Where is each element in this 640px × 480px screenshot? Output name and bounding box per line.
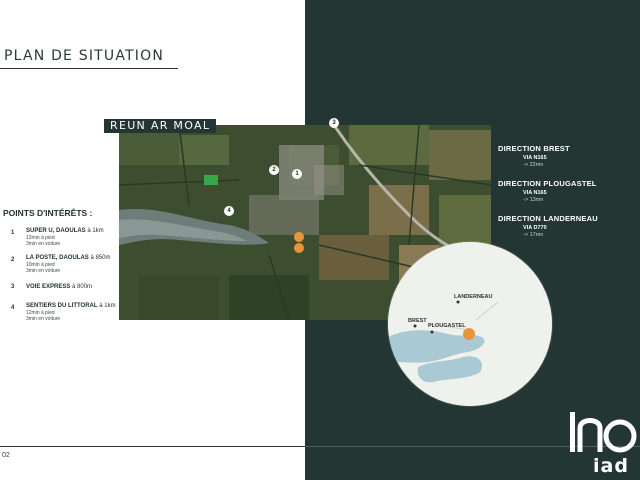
map-pin-icon: [294, 232, 305, 242]
direction-title: DIRECTION BREST: [498, 144, 570, 153]
poi-name: SENTIERS DU LITTORAL: [26, 303, 98, 309]
poi-distance: à 1km: [99, 303, 116, 309]
map-marker-3: 3: [329, 118, 339, 128]
poi-heading: POINTS D'INTÉRÊTS :: [3, 208, 93, 218]
direction-item: DIRECTION LANDERNEAU VIA D770 -> 17mn: [498, 214, 638, 238]
footer-divider-left: [0, 446, 305, 447]
location-label: REUN AR MOAL: [104, 119, 217, 133]
direction-title: DIRECTION PLOUGASTEL: [498, 179, 597, 188]
direction-item: DIRECTION BREST VIA N165 -> 22mn: [498, 144, 638, 168]
poi-drive: 3min en voiture: [26, 241, 61, 247]
page-number: 02: [2, 452, 10, 459]
mini-map: LANDERNEAU BREST PLOUGASTEL: [388, 242, 552, 406]
page-title: PLAN DE SITUATION: [4, 48, 165, 64]
mini-map-image: [388, 242, 552, 406]
poi-number: 1: [11, 230, 15, 236]
poi-distance: à 800m: [72, 284, 93, 290]
direction-time: -> 22mn: [523, 162, 544, 168]
direction-item: DIRECTION PLOUGASTEL VIA N165 -> 13mn: [498, 179, 638, 203]
poi-drive: 3min en voiture: [26, 316, 61, 322]
map-marker-2: 2: [269, 165, 279, 175]
direction-via: VIA N165: [523, 190, 547, 196]
direction-time: -> 13mn: [523, 197, 544, 203]
map-marker-4: 4: [224, 206, 234, 216]
poi-name: VOIE EXPRESS: [26, 284, 71, 290]
poi-distance: à 850m: [90, 255, 111, 261]
direction-via: VIA D770: [523, 225, 547, 231]
mini-map-label-plougastel: PLOUGASTEL: [428, 323, 466, 329]
direction-time: -> 17mn: [523, 232, 544, 238]
poi-number: 2: [11, 257, 15, 263]
mini-map-label-brest: BREST: [408, 318, 427, 324]
map-marker-1: 1: [292, 169, 302, 179]
poi-name: SUPER U, DAOULAS: [26, 228, 86, 234]
title-divider: [0, 68, 178, 69]
poi-distance: à 1km: [87, 228, 104, 234]
poi-number: 4: [11, 305, 15, 311]
poi-number: 3: [11, 284, 15, 290]
mini-map-label-landerneau: LANDERNEAU: [454, 294, 493, 300]
poi-drive: 3min en voiture: [26, 268, 61, 274]
direction-title: DIRECTION LANDERNEAU: [498, 214, 598, 223]
mini-map-pin-icon: [463, 328, 475, 340]
iad-logo-text: iad: [593, 455, 629, 477]
poi-name: LA POSTE, DAOULAS: [26, 255, 89, 261]
direction-via: VIA N165: [523, 155, 547, 161]
